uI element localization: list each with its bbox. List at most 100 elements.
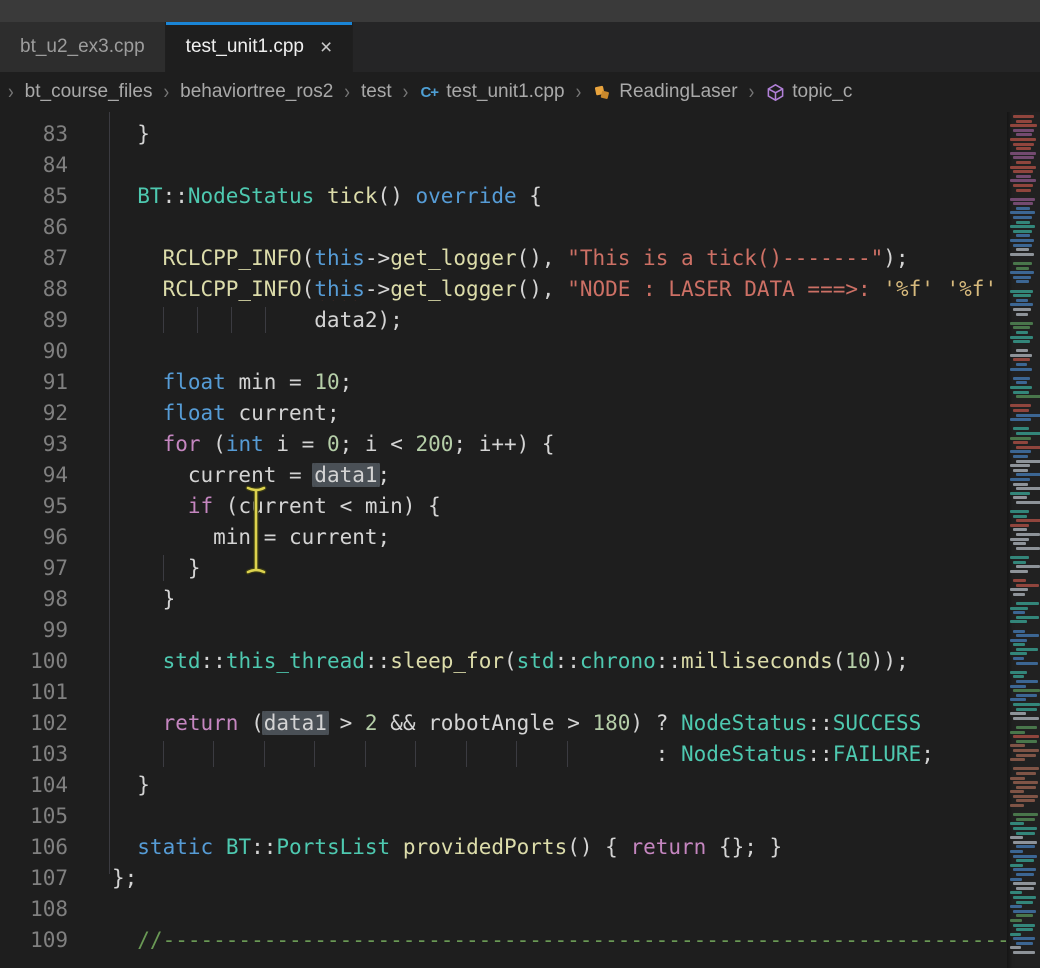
minimap-row xyxy=(1016,395,1040,398)
code-line[interactable]: 89 data2); xyxy=(0,304,1007,335)
line-number[interactable]: 100 xyxy=(0,649,112,673)
code-line[interactable]: 90 xyxy=(0,335,1007,366)
breadcrumb-item-test_unit1.cpp[interactable]: C+test_unit1.cpp xyxy=(419,81,564,103)
line-number[interactable]: 98 xyxy=(0,587,112,611)
breadcrumb-item-bt_course_files[interactable]: bt_course_files xyxy=(25,81,153,103)
minimap-row xyxy=(1010,193,1039,196)
chevron-right-icon: › xyxy=(344,80,350,105)
line-number[interactable]: 85 xyxy=(0,184,112,208)
minimap-row xyxy=(1013,308,1031,311)
tab-test_unit1.cpp[interactable]: test_unit1.cpp× xyxy=(166,22,354,72)
breadcrumb-item-topic_c[interactable]: topic_c xyxy=(765,81,852,103)
code-line[interactable]: 109 //----------------------------------… xyxy=(0,924,1007,955)
line-number[interactable]: 92 xyxy=(0,401,112,425)
code-line[interactable]: 97 } xyxy=(0,552,1007,583)
line-number[interactable]: 93 xyxy=(0,432,112,456)
indent-guide-tick xyxy=(314,741,315,767)
tab-label: bt_u2_ex3.cpp xyxy=(20,36,145,58)
line-number[interactable]: 95 xyxy=(0,494,112,518)
code-line[interactable]: 96 min = current; xyxy=(0,521,1007,552)
minimap[interactable] xyxy=(1007,112,1040,968)
code-line[interactable]: 99 xyxy=(0,614,1007,645)
line-number[interactable]: 84 xyxy=(0,153,112,177)
minimap-row xyxy=(1010,257,1039,260)
code-line[interactable]: 108 xyxy=(0,893,1007,924)
code-line[interactable]: 92 float current; xyxy=(0,397,1007,428)
line-number[interactable]: 109 xyxy=(0,928,112,952)
line-number[interactable]: 104 xyxy=(0,773,112,797)
line-number[interactable]: 107 xyxy=(0,866,112,890)
line-number[interactable]: 101 xyxy=(0,680,112,704)
line-number[interactable]: 83 xyxy=(0,122,112,146)
line-number[interactable]: 96 xyxy=(0,525,112,549)
minimap-row xyxy=(1016,873,1034,876)
code-line[interactable]: 103 : NodeStatus::FAILURE; xyxy=(0,738,1007,769)
code-line[interactable]: 101 xyxy=(0,676,1007,707)
code-text: : NodeStatus::FAILURE; xyxy=(112,742,1007,766)
code-line[interactable]: 88 RCLCPP_INFO(this->get_logger(), "NODE… xyxy=(0,273,1007,304)
minimap-row xyxy=(1010,946,1021,949)
line-number[interactable]: 91 xyxy=(0,370,112,394)
chevron-right-icon: › xyxy=(403,80,409,105)
code-line[interactable]: 100 std::this_thread::sleep_for(std::chr… xyxy=(0,645,1007,676)
code-line[interactable]: 93 for (int i = 0; i < 200; i++) { xyxy=(0,428,1007,459)
breadcrumb-label: bt_course_files xyxy=(25,81,153,103)
code-line[interactable]: 85 BT::NodeStatus tick() override { xyxy=(0,180,1007,211)
line-number[interactable]: 102 xyxy=(0,711,112,735)
breadcrumb-item-behaviortree_ros2[interactable]: behaviortree_ros2 xyxy=(180,81,333,103)
line-number[interactable]: 90 xyxy=(0,339,112,363)
breadcrumb-item-ReadingLaser[interactable]: ReadingLaser xyxy=(592,81,737,103)
indent-guide-tick xyxy=(264,741,265,767)
minimap-row xyxy=(1010,790,1024,793)
minimap-row xyxy=(1016,120,1032,123)
minimap-row xyxy=(1010,372,1039,375)
code-line[interactable]: 98 } xyxy=(0,583,1007,614)
breadcrumb-item-test[interactable]: test xyxy=(361,81,392,103)
line-number[interactable]: 86 xyxy=(0,215,112,239)
code-line[interactable]: 107}; xyxy=(0,862,1007,893)
minimap-row xyxy=(1013,202,1033,205)
code-line[interactable]: 86 xyxy=(0,211,1007,242)
code-lines[interactable]: 83 }8485 BT::NodeStatus tick() override … xyxy=(0,118,1007,955)
breadcrumb-label: test xyxy=(361,81,392,103)
indent-guide-tick xyxy=(231,307,232,333)
code-text: static BT::PortsList providedPorts() { r… xyxy=(112,835,1007,859)
code-line[interactable]: 106 static BT::PortsList providedPorts()… xyxy=(0,831,1007,862)
minimap-row xyxy=(1016,914,1033,917)
line-number[interactable]: 87 xyxy=(0,246,112,270)
code-line[interactable]: 91 float min = 10; xyxy=(0,366,1007,397)
code-line[interactable]: 104 } xyxy=(0,769,1007,800)
minimap-row xyxy=(1010,712,1026,715)
code-line[interactable]: 95 if (current < min) { xyxy=(0,490,1007,521)
line-number[interactable]: 105 xyxy=(0,804,112,828)
code-line[interactable]: 84 xyxy=(0,149,1007,180)
code-line[interactable]: 105 xyxy=(0,800,1007,831)
minimap-row xyxy=(1010,891,1022,894)
close-icon[interactable]: × xyxy=(320,37,332,58)
tab-bt_u2_ex3.cpp[interactable]: bt_u2_ex3.cpp xyxy=(0,22,166,72)
minimap-row xyxy=(1010,864,1023,867)
code-line[interactable]: 102 return (data1 > 2 && robotAngle > 18… xyxy=(0,707,1007,738)
breadcrumb: ›bt_course_files›behaviortree_ros2›test›… xyxy=(0,72,1040,112)
line-number[interactable]: 88 xyxy=(0,277,112,301)
chevron-right-icon: › xyxy=(163,80,169,105)
code-line[interactable]: 87 RCLCPP_INFO(this->get_logger(), "This… xyxy=(0,242,1007,273)
indent-guide-tick xyxy=(415,741,416,767)
minimap-row xyxy=(1010,620,1027,623)
minimap-row xyxy=(1016,446,1040,449)
minimap-row xyxy=(1010,698,1026,701)
line-number[interactable]: 106 xyxy=(0,835,112,859)
minimap-row xyxy=(1010,652,1027,655)
code-line[interactable]: 83 } xyxy=(0,118,1007,149)
line-number[interactable]: 97 xyxy=(0,556,112,580)
code-line[interactable]: 94 current = data1; xyxy=(0,459,1007,490)
minimap-row xyxy=(1013,855,1037,858)
code-editor[interactable]: 83 }8485 BT::NodeStatus tick() override … xyxy=(0,112,1007,968)
line-number[interactable]: 94 xyxy=(0,463,112,487)
minimap-row xyxy=(1013,841,1037,844)
line-number[interactable]: 99 xyxy=(0,618,112,642)
code-text: float min = 10; xyxy=(112,370,1007,394)
line-number[interactable]: 89 xyxy=(0,308,112,332)
line-number[interactable]: 108 xyxy=(0,897,112,921)
line-number[interactable]: 103 xyxy=(0,742,112,766)
